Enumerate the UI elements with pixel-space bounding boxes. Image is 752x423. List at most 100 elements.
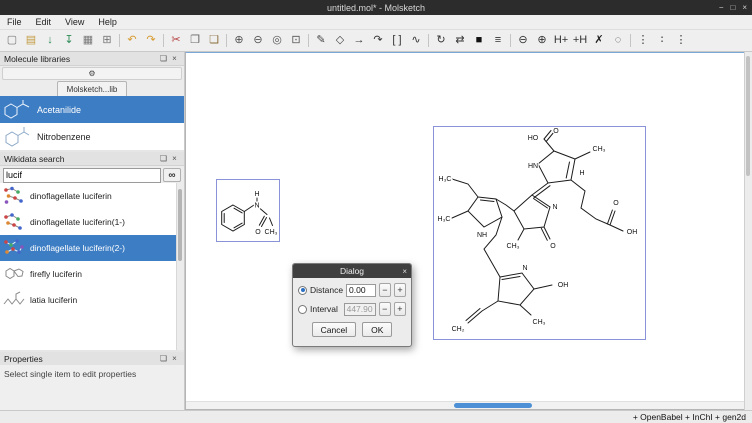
electrons-tool-icon[interactable]: ⋮	[634, 32, 652, 49]
menu-help[interactable]: Help	[91, 15, 124, 29]
menu-view[interactable]: View	[58, 15, 91, 29]
atom-label: HN	[528, 163, 538, 170]
zoom-in-icon[interactable]: ⊕	[230, 32, 248, 49]
molecule-selection-acetanilide[interactable]: H N O CH₃	[216, 179, 280, 242]
mechanism-arrow-tool-icon[interactable]: ↷	[369, 32, 387, 49]
distance-decrement-button[interactable]: −	[379, 283, 391, 297]
atom-label: O	[553, 128, 559, 135]
lone-pair-tool-icon[interactable]: ∶	[653, 32, 671, 49]
properties-message: Select single item to edit properties	[0, 365, 184, 410]
draw-tool-icon[interactable]: ✎	[312, 32, 330, 49]
zoom-original-icon[interactable]: ◎	[268, 32, 286, 49]
menu-file[interactable]: File	[0, 15, 29, 29]
canvas-horizontal-scrollbar[interactable]	[186, 401, 744, 409]
window-close-button[interactable]: ×	[742, 3, 747, 12]
cancel-button[interactable]: Cancel	[312, 322, 356, 337]
wikidata-item-0[interactable]: dinoflagellate luciferin	[0, 183, 177, 209]
radical-tool-icon[interactable]: ⋮	[672, 32, 690, 49]
toolbar-separator	[428, 34, 429, 47]
export-image-icon[interactable]: ▦	[79, 32, 97, 49]
wikidata-item-3[interactable]: firefly luciferin	[0, 261, 177, 287]
atom-label: H	[579, 170, 584, 177]
close-dock-icon[interactable]: ×	[169, 154, 180, 163]
wikidata-result-list: dinoflagellate luciferin dinoflagellate …	[0, 183, 177, 350]
chain-tool-icon[interactable]: ∿	[407, 32, 425, 49]
line-width-tool-icon[interactable]: ≡	[489, 32, 507, 49]
menu-edit[interactable]: Edit	[29, 15, 59, 29]
library-settings-button[interactable]: ⚙	[2, 67, 182, 80]
molecule-libraries-title: Molecule libraries	[4, 54, 70, 64]
acetanilide-structure: H N O CH₃	[217, 180, 279, 241]
canvas-vertical-scrollbar-thumb[interactable]	[746, 56, 750, 176]
ring-tool-icon[interactable]: ◇	[331, 32, 349, 49]
library-item-acetanilide[interactable]: Acetanilide	[0, 96, 184, 123]
binoculars-icon: ∞	[168, 170, 175, 181]
gear-icon: ⚙	[88, 69, 95, 78]
flip-tool-icon[interactable]: ⇄	[451, 32, 469, 49]
charge-minus-tool-icon[interactable]: ⊖	[514, 32, 532, 49]
canvas-vertical-scrollbar[interactable]	[744, 52, 752, 410]
delete-tool-icon[interactable]: ✗	[590, 32, 608, 49]
redo-icon[interactable]: ↷	[142, 32, 160, 49]
library-item-nitrobenzene[interactable]: Nitrobenzene	[0, 123, 184, 150]
close-dock-icon[interactable]: ×	[169, 354, 180, 363]
float-dock-icon[interactable]: ❏	[158, 354, 169, 363]
distance-value-field[interactable]: 0.00	[346, 284, 376, 297]
atom-label: O	[613, 200, 619, 207]
dialog-title: Dialog	[340, 266, 364, 276]
interval-increment-button[interactable]: +	[394, 302, 406, 316]
charge-plus-tool-icon[interactable]: ⊕	[533, 32, 551, 49]
wikidata-item-1[interactable]: dinoflagellate luciferin(1-)	[0, 209, 177, 235]
wikidata-list-scrollbar-thumb[interactable]	[178, 189, 182, 261]
color-tool-icon[interactable]: ■	[470, 32, 488, 49]
window-maximize-button[interactable]: □	[730, 3, 735, 12]
lasso-tool-icon[interactable]: ◌	[609, 32, 627, 49]
toolbar-separator	[163, 34, 164, 47]
wikidata-search-input[interactable]	[3, 168, 161, 183]
zoom-out-icon[interactable]: ⊖	[249, 32, 267, 49]
dialog-close-button[interactable]: ×	[402, 264, 407, 278]
toolbar-separator	[510, 34, 511, 47]
dialog-titlebar[interactable]: Dialog ×	[293, 264, 411, 278]
cut-icon[interactable]: ✂	[167, 32, 185, 49]
rotate-tool-icon[interactable]: ↻	[432, 32, 450, 49]
wikidata-item-label: firefly luciferin	[30, 269, 82, 279]
new-file-icon[interactable]: ▢	[3, 32, 21, 49]
sidebar: Molecule libraries ❏ × ⚙ Molsketch...lib	[0, 52, 185, 410]
close-dock-icon[interactable]: ×	[169, 54, 180, 63]
undo-icon[interactable]: ↶	[123, 32, 141, 49]
interval-value-field[interactable]: 447.90	[344, 303, 376, 316]
copy-icon[interactable]: ❐	[186, 32, 204, 49]
atom-label: CH₃	[265, 229, 278, 236]
save-as-icon[interactable]: ↧	[60, 32, 78, 49]
wikidata-item-4[interactable]: latia luciferin	[0, 287, 177, 313]
reaction-arrow-tool-icon[interactable]: →	[350, 32, 368, 49]
wikidata-item-2[interactable]: dinoflagellate luciferin(2-)	[0, 235, 177, 261]
molecule-selection-luciferin[interactable]: O HO CH₃ HN H H₃C NH H₃C CH₃ N O O OH N …	[433, 126, 646, 340]
paste-icon[interactable]: ❏	[205, 32, 223, 49]
zoom-fit-icon[interactable]: ⊡	[287, 32, 305, 49]
save-icon[interactable]: ↓	[41, 32, 59, 49]
canvas-horizontal-scrollbar-thumb[interactable]	[454, 403, 532, 408]
wikidata-search-header: Wikidata search ❏ ×	[0, 152, 184, 166]
distance-increment-button[interactable]: +	[394, 283, 406, 297]
toolbar-separator	[308, 34, 309, 47]
distance-radio[interactable]	[298, 286, 307, 295]
float-dock-icon[interactable]: ❏	[158, 54, 169, 63]
library-tab[interactable]: Molsketch...lib	[57, 81, 128, 96]
bracket-tool-icon[interactable]: [ ]	[388, 32, 406, 49]
add-hydrogen-tool-icon[interactable]: H+	[552, 32, 570, 49]
atom-label: N	[552, 204, 557, 211]
open-file-icon[interactable]: ▤	[22, 32, 40, 49]
window-minimize-button[interactable]: −	[719, 3, 724, 12]
wikidata-search-button[interactable]: ∞	[163, 168, 181, 182]
wikidata-list-scrollbar[interactable]	[176, 183, 184, 350]
print-icon[interactable]: ⊞	[98, 32, 116, 49]
float-dock-icon[interactable]: ❏	[158, 154, 169, 163]
interval-radio[interactable]	[298, 305, 307, 314]
remove-hydrogen-tool-icon[interactable]: +H	[571, 32, 589, 49]
drawing-canvas[interactable]: H N O CH₃	[185, 52, 745, 410]
interval-decrement-button[interactable]: −	[379, 302, 391, 316]
interval-row: Interval 447.90 − +	[298, 301, 406, 317]
ok-button[interactable]: OK	[362, 322, 392, 337]
